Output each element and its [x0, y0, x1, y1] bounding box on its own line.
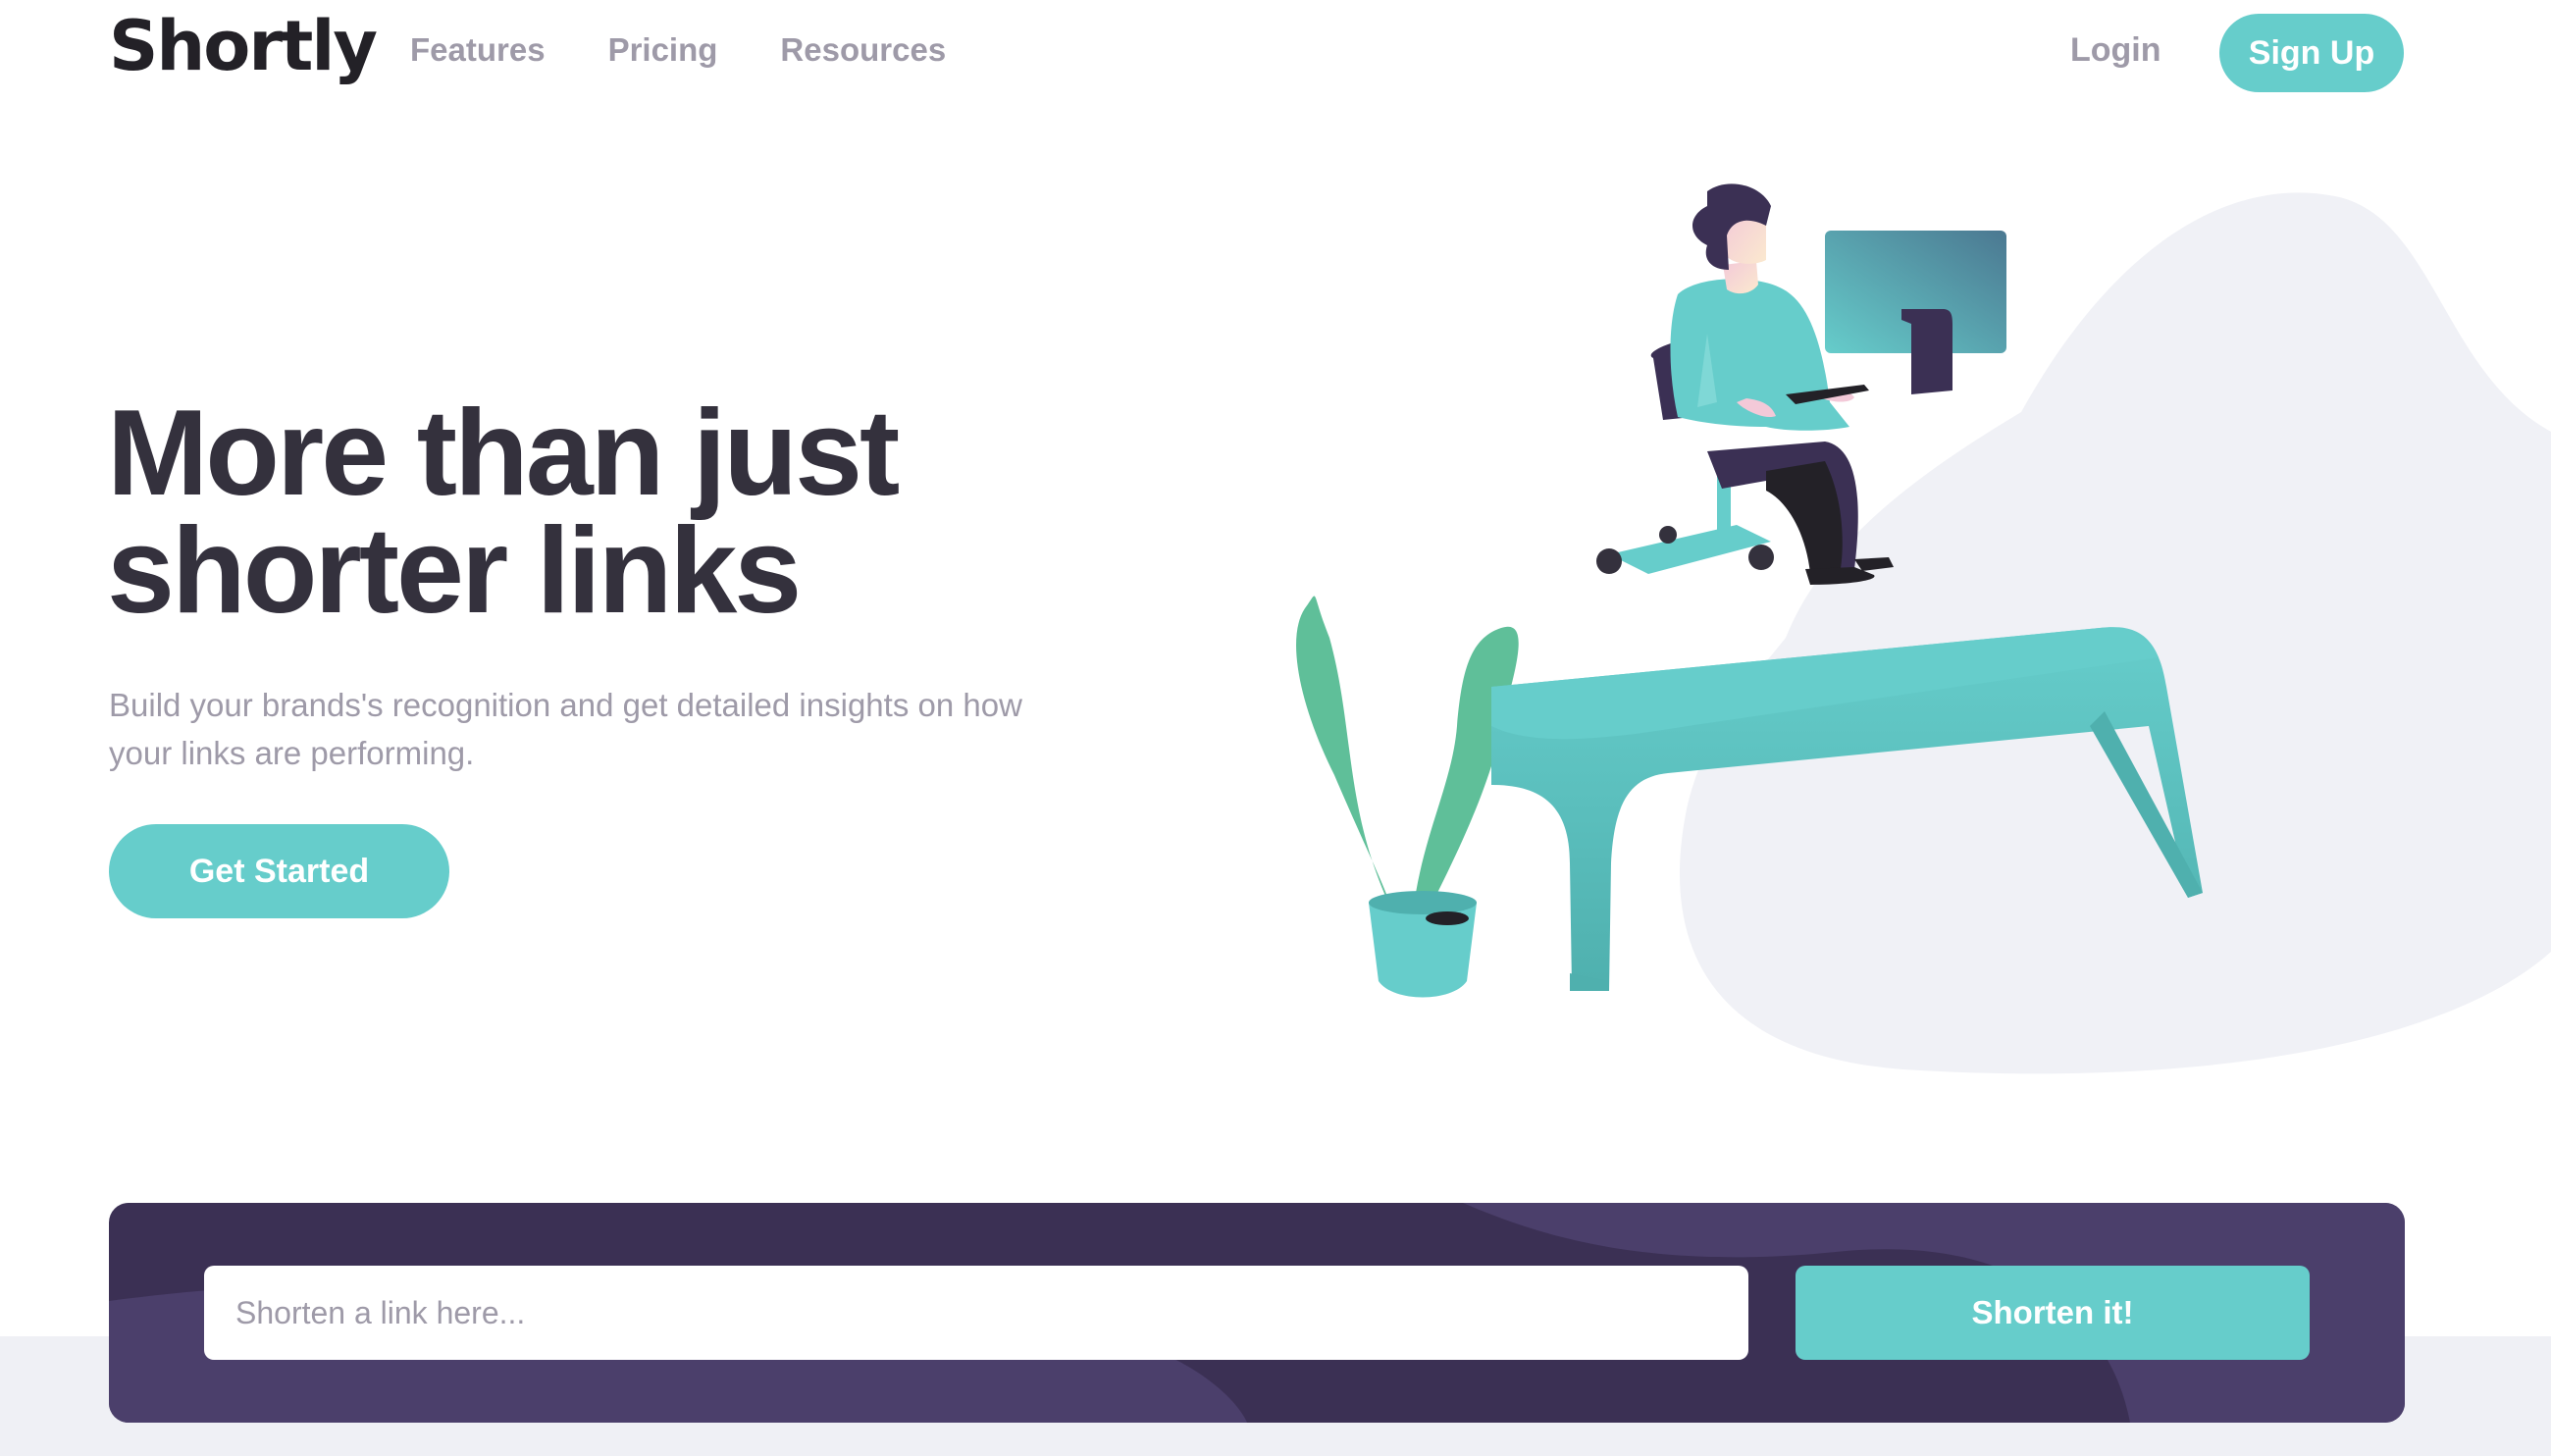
primary-nav: Features Pricing Resources	[410, 31, 946, 69]
shorten-button[interactable]: Shorten it!	[1796, 1266, 2310, 1360]
nav-link-pricing[interactable]: Pricing	[608, 31, 718, 69]
plant-icon	[1296, 596, 1519, 998]
nav-link-resources[interactable]: Resources	[780, 31, 946, 69]
hero-subtitle: Build your brands's recognition and get …	[109, 687, 1022, 771]
monitor-icon	[1825, 231, 2006, 394]
hero-title-line-2: shorter links	[107, 503, 802, 639]
login-link[interactable]: Login	[2070, 31, 2161, 70]
signup-button[interactable]: Sign Up	[2219, 14, 2404, 92]
url-input[interactable]	[204, 1266, 1748, 1360]
nav-link-features[interactable]: Features	[410, 31, 546, 69]
hero-title: More than just shorter links	[107, 392, 1088, 632]
brand-logo[interactable]: Shortly	[109, 6, 378, 86]
top-navigation: Shortly Features Pricing Resources Login…	[0, 0, 2551, 108]
hero-title-line-1: More than just	[107, 386, 900, 521]
get-started-button[interactable]: Get Started	[109, 824, 449, 918]
person-working-illustration	[1296, 183, 2551, 1074]
shorten-form: Shorten it!	[109, 1203, 2405, 1423]
